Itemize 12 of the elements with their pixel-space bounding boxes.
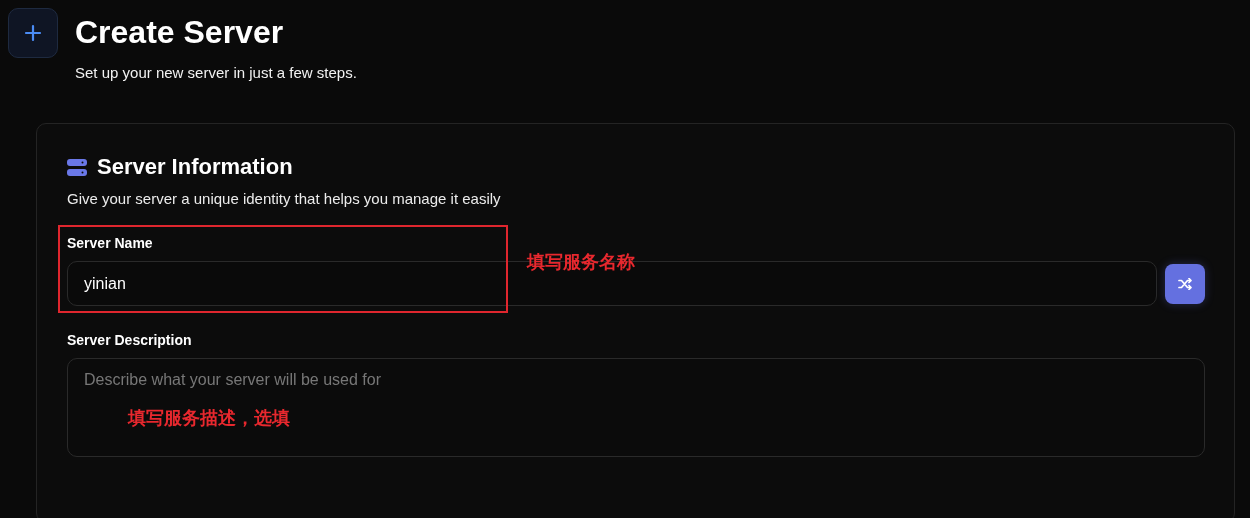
shuffle-button[interactable] <box>1165 263 1205 304</box>
field-label: Server Description <box>67 332 193 348</box>
page-subtitle: Set up your new server in just a few steps. <box>75 64 357 81</box>
field-label: Server Name <box>67 235 154 251</box>
add-button[interactable] <box>8 8 58 58</box>
server-icon <box>67 158 87 176</box>
section-subtitle: Give your server a unique identity that helps you manage it easily <box>67 190 502 207</box>
plus-icon <box>24 24 42 42</box>
annotation-text: 填写服务描述，选填 <box>128 407 290 430</box>
shuffle-icon <box>1178 277 1192 290</box>
section-title: Server Information <box>97 154 293 180</box>
page-title: Create Server <box>75 13 285 52</box>
